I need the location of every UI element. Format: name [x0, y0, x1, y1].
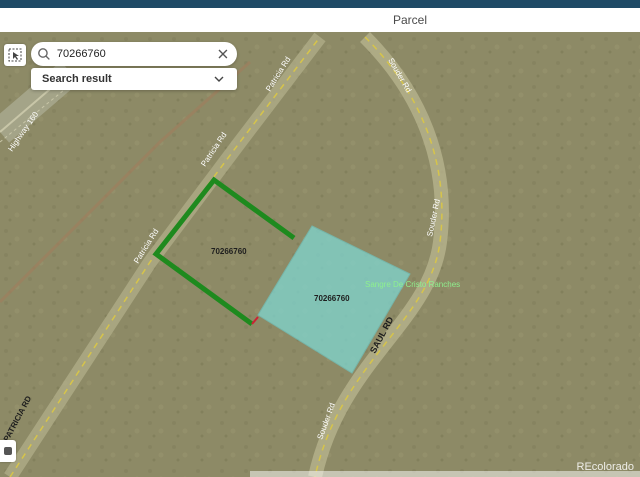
parcel-label-1: 70266760 [211, 247, 247, 256]
close-icon[interactable] [217, 48, 229, 60]
parcel-label-2: 70266760 [314, 294, 350, 303]
search-bar[interactable] [31, 42, 237, 66]
select-tool-button[interactable] [4, 44, 26, 66]
page-title: Parcel [392, 13, 427, 27]
map-canvas[interactable]: Highway 160 Patricia Rd Patricia Rd Patr… [0, 32, 640, 477]
panel-icon [4, 447, 12, 455]
top-bar [0, 0, 640, 8]
search-icon [38, 48, 50, 60]
header: Parcel [0, 8, 640, 32]
map-view[interactable]: Highway 160 Patricia Rd Patricia Rd Patr… [0, 32, 640, 477]
side-panel-toggle[interactable] [0, 440, 16, 462]
search-input[interactable] [54, 47, 218, 61]
chevron-down-icon [214, 76, 224, 82]
search-result-dropdown[interactable]: Search result [31, 68, 237, 90]
watermark: REcolorado [576, 461, 634, 473]
select-tool-icon [8, 48, 22, 62]
search-result-label: Search result [42, 73, 112, 85]
subdivision-label: Sangre De Cristo Ranches [365, 280, 460, 289]
